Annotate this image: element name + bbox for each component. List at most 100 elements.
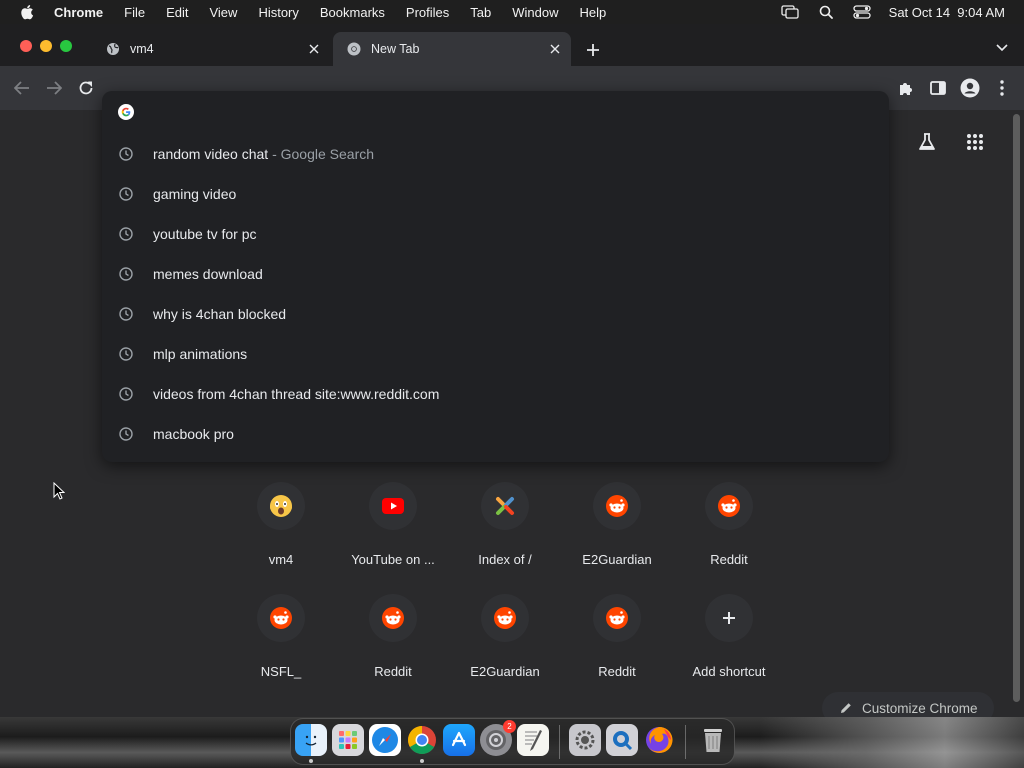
suggestion-text: why is 4chan blocked [153,306,287,322]
close-tab-icon[interactable] [547,41,563,57]
quicktime-icon[interactable] [606,724,638,756]
system-settings-icon[interactable] [569,724,601,756]
close-tab-icon[interactable] [306,41,322,57]
spotlight-search-icon[interactable] [817,5,835,19]
omnibox-suggestion[interactable]: youtube tv for pc [102,214,889,254]
tab-search-chevron-icon[interactable] [994,40,1010,56]
shortcut-label: NSFL_ [260,664,302,679]
menu-file[interactable]: File [124,5,145,20]
omnibox-suggestion[interactable]: videos from 4chan thread site:www.reddit… [102,374,889,414]
textedit-icon[interactable] [517,724,549,756]
shortcut-tile[interactable]: Index of / [449,482,561,567]
suggestion-text: gaming video [153,186,237,202]
running-indicator [420,759,424,763]
history-clock-icon [118,426,134,442]
plus-icon [705,594,753,642]
menu-app-name[interactable]: Chrome [54,5,103,20]
profile-avatar-icon[interactable] [960,78,980,98]
globe-icon [105,41,121,57]
menu-history[interactable]: History [258,5,298,20]
chrome-icon [346,41,362,57]
shortcut-tile[interactable]: E2Guardian [561,482,673,567]
launchpad-icon[interactable] [332,724,364,756]
omnibox-suggestion[interactable]: macbook pro [102,414,889,454]
suggestion-suffix: - Google Search [268,146,375,162]
history-clock-icon [118,306,134,322]
pencil-icon [838,700,854,716]
vm4-emoji-icon [257,482,305,530]
omnibox-dropdown: random video chat - Google Search gaming… [102,91,889,462]
forward-arrow-icon[interactable] [44,78,64,98]
trash-icon[interactable] [697,724,729,756]
tab-vm4[interactable]: vm4 [92,32,330,66]
omnibox-suggestion[interactable]: memes download [102,254,889,294]
macos-dock: 2 [290,718,735,765]
shortcut-tile[interactable]: NSFL_ [225,594,337,679]
menu-bookmarks[interactable]: Bookmarks [320,5,385,20]
safari-icon[interactable] [369,724,401,756]
apple-menu-icon[interactable] [19,4,35,20]
menu-help[interactable]: Help [580,5,607,20]
menu-tab[interactable]: Tab [470,5,491,20]
minimize-window-button[interactable] [40,40,52,52]
chrome-icon[interactable] [406,724,438,756]
shortcut-label: Add shortcut [692,664,766,679]
history-clock-icon [118,266,134,282]
suggestion-text: mlp animations [153,346,248,362]
more-menu-icon[interactable] [992,78,1012,98]
shortcut-tile[interactable]: E2Guardian [449,594,561,679]
menu-view[interactable]: View [209,5,237,20]
customize-chrome-label: Customize Chrome [862,700,978,716]
menu-profiles[interactable]: Profiles [406,5,449,20]
reddit-icon [369,594,417,642]
reload-icon[interactable] [76,78,96,98]
menu-edit[interactable]: Edit [166,5,188,20]
shortcut-label: Reddit [710,552,748,567]
zoom-window-button[interactable] [60,40,72,52]
tab-title: New Tab [371,42,420,56]
shortcut-label: E2Guardian [582,552,652,567]
finder-icon[interactable] [295,724,327,756]
joomla-icon [481,482,529,530]
customize-chrome-button[interactable]: Customize Chrome [822,692,994,717]
close-window-button[interactable] [20,40,32,52]
screen-mirroring-icon[interactable] [781,5,799,19]
omnibox-suggestion[interactable]: mlp animations [102,334,889,374]
firefox-icon[interactable] [643,724,675,756]
reddit-icon [481,594,529,642]
shortcut-label: Index of / [478,552,532,567]
omnibox-suggestion[interactable]: why is 4chan blocked [102,294,889,334]
suggestion-text: random video chat [153,146,269,162]
google-apps-grid-icon[interactable] [963,130,987,154]
reddit-icon [705,482,753,530]
google-g-icon [118,104,134,120]
shortcut-tile[interactable]: Reddit [561,594,673,679]
omnibox-suggestion[interactable]: gaming video [102,174,889,214]
history-clock-icon [118,146,134,162]
chrome-window: vm4 New Tab vm4 YouTube on ... Index of … [0,24,1024,717]
shortcut-tile[interactable]: vm4 [225,482,337,567]
system-preferences-icon[interactable]: 2 [480,720,516,756]
extensions-puzzle-icon[interactable] [896,78,916,98]
labs-flask-icon[interactable] [915,130,939,154]
add-shortcut-button[interactable]: Add shortcut [673,594,785,679]
omnibox-suggestion[interactable]: random video chat - Google Search [102,134,889,174]
menubar-clock[interactable]: Sat Oct 14 9:04 AM [889,5,1005,20]
omnibox-input[interactable] [146,99,866,125]
dock-separator [559,725,560,759]
shortcut-tile[interactable]: Reddit [337,594,449,679]
shortcut-tile[interactable]: YouTube on ... [337,482,449,567]
new-tab-plus-icon[interactable] [583,40,603,60]
tab-new-tab[interactable]: New Tab [333,32,571,66]
shortcut-label: vm4 [268,552,294,567]
suggestion-text: memes download [153,266,263,282]
shortcut-tile[interactable]: Reddit [673,482,785,567]
app-store-icon[interactable] [443,724,475,756]
reddit-icon [593,482,641,530]
control-center-icon[interactable] [853,5,871,19]
side-panel-icon[interactable] [928,78,948,98]
back-arrow-icon[interactable] [12,78,32,98]
menu-window[interactable]: Window [512,5,558,20]
tab-strip: vm4 New Tab [0,24,1024,66]
page-scrollbar[interactable] [1013,114,1020,702]
